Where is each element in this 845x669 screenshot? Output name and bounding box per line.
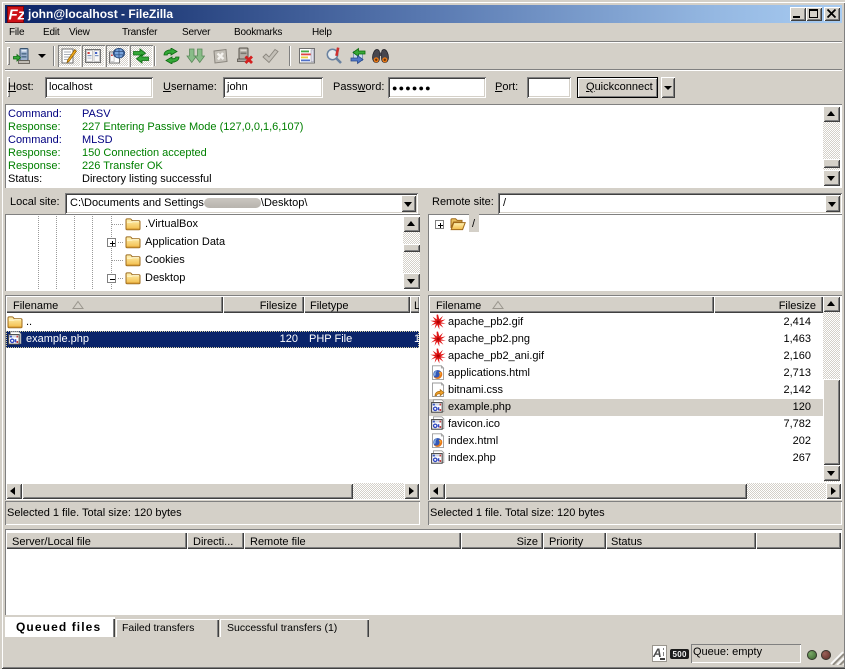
svg-text:Fz: Fz bbox=[9, 7, 25, 24]
svg-text:500: 500 bbox=[673, 650, 688, 659]
